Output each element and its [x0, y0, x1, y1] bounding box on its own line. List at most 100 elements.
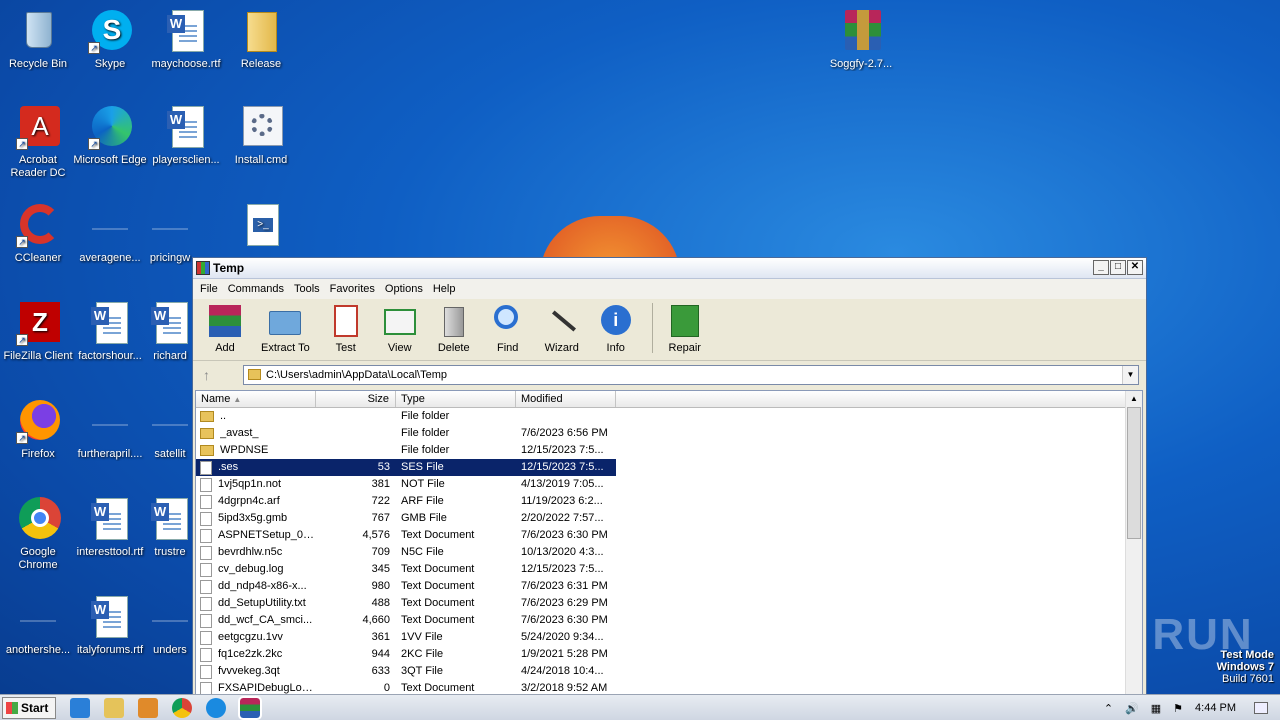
desktop-icon-chrome[interactable]: Google Chrome: [0, 496, 76, 572]
desktop-icon-interesttool[interactable]: W interesttool.rtf: [72, 496, 148, 559]
desktop-icon-install-cmd[interactable]: Install.cmd: [223, 104, 299, 167]
address-field[interactable]: C:\Users\admin\AppData\Local\Temp ▼: [243, 365, 1139, 385]
menu-options[interactable]: Options: [380, 283, 428, 295]
file-row[interactable]: fvvvekeg.3qt 633 3QT File 4/24/2018 10:4...: [196, 663, 616, 680]
desktop-icon-skype[interactable]: S ↗ Skype: [72, 8, 148, 71]
desktop-icon-soggfy[interactable]: Soggfy-2.7...: [823, 8, 899, 71]
volume-icon[interactable]: 🔊: [1125, 702, 1139, 715]
close-button[interactable]: ✕: [1127, 260, 1143, 275]
show-desktop-button[interactable]: [1254, 702, 1268, 714]
view-button[interactable]: View: [382, 303, 418, 354]
find-button[interactable]: Find: [490, 303, 526, 354]
word-doc-icon: W: [164, 104, 208, 150]
ie-icon[interactable]: [70, 697, 90, 718]
file-size-cell: 488: [371, 597, 390, 609]
chevron-down-icon[interactable]: ▼: [1122, 366, 1138, 384]
desktop-icon-averagene[interactable]: averagene...: [72, 202, 148, 265]
flag-icon[interactable]: ⚑: [1173, 702, 1183, 715]
menu-tools[interactable]: Tools: [289, 283, 325, 295]
desktop-icon-release[interactable]: Release: [223, 8, 299, 71]
gear-icon: [239, 104, 283, 150]
file-row[interactable]: dd_ndp48-x86-x... 980 Text Document 7/6/202…: [196, 578, 616, 595]
menu-commands[interactable]: Commands: [223, 283, 289, 295]
test-button[interactable]: Test: [328, 303, 364, 354]
file-row[interactable]: eetgcgzu.1vv 361 1VV File 5/24/2020 9:34...: [196, 629, 616, 646]
desktop-icon-firefox[interactable]: ↗ Firefox: [0, 398, 76, 461]
network-icon[interactable]: ▦: [1151, 702, 1161, 715]
window-title: Temp: [213, 261, 245, 275]
desktop-icon-furtherapril[interactable]: furtherapril....: [72, 398, 148, 461]
up-arrow-icon[interactable]: ↑: [203, 367, 227, 383]
desktop-icon-unders[interactable]: unders: [148, 594, 192, 657]
file-row[interactable]: fq1ce2zk.2kc 944 2KC File 1/9/2021 5:28 PM: [196, 646, 616, 663]
scroll-thumb[interactable]: [1127, 407, 1141, 539]
column-modified[interactable]: Modified: [516, 391, 616, 407]
desktop-icon-pricingw[interactable]: pricingw: [148, 202, 192, 265]
file-list: Name ▲ Size Type Modified .. File folder _…: [195, 390, 1143, 696]
file-row[interactable]: 1vj5qp1n.not 381 NOT File 4/13/2019 7:05...: [196, 476, 616, 493]
start-button[interactable]: Start: [2, 696, 56, 719]
file-type-cell: ARF File: [401, 495, 444, 507]
desktop-icon-anothershe[interactable]: anothershe...: [0, 594, 76, 657]
desktop-icon-edge[interactable]: ↗ Microsoft Edge: [72, 104, 148, 167]
clock[interactable]: 4:44 PM: [1195, 702, 1236, 714]
column-type[interactable]: Type: [396, 391, 516, 407]
info-button[interactable]: i Info: [598, 303, 634, 354]
file-row[interactable]: _avast_ File folder 7/6/2023 6:56 PM: [196, 425, 616, 442]
file-row[interactable]: dd_wcf_CA_smci... 4,660 Text Document 7/6/2…: [196, 612, 616, 629]
file-modified-cell: 11/19/2023 6:2...: [521, 495, 603, 507]
desktop-icon-maychoose[interactable]: W maychoose.rtf: [148, 8, 224, 71]
info-icon: i: [598, 303, 634, 339]
desktop-icon-richard[interactable]: W richard: [148, 300, 192, 363]
tray-expand-icon[interactable]: ⌃: [1104, 702, 1113, 715]
test-mode-watermark: Test Mode Windows 7 Build 7601: [1216, 649, 1274, 685]
explorer-icon[interactable]: [104, 697, 124, 718]
file-row[interactable]: 5ipd3x5g.gmb 767 GMB File 2/20/2022 7:57...: [196, 510, 616, 527]
media-player-icon[interactable]: [138, 697, 158, 718]
extract-to-button[interactable]: Extract To: [261, 303, 310, 354]
wizard-button[interactable]: Wizard: [544, 303, 580, 354]
column-name[interactable]: Name ▲: [196, 391, 316, 407]
test-clipboard-icon: [328, 303, 364, 339]
desktop-icon-factorshour[interactable]: W factorshour...: [72, 300, 148, 363]
desktop-icon-satellit[interactable]: satellit: [148, 398, 192, 461]
desktop-icon-recycle-bin[interactable]: Recycle Bin: [0, 8, 76, 71]
file-type-cell: Text Document: [401, 529, 475, 541]
file-row[interactable]: .ses 53 SES File 12/15/2023 7:5...: [196, 459, 616, 476]
menu-help[interactable]: Help: [428, 283, 461, 295]
file-name-cell: .ses: [196, 459, 316, 476]
file-row[interactable]: ASPNETSetup_00... 4,576 Text Document 7/6/2…: [196, 527, 616, 544]
minimize-button[interactable]: _: [1093, 260, 1109, 275]
file-row[interactable]: dd_SetupUtility.txt 488 Text Document 7/6/2…: [196, 595, 616, 612]
desktop-icon-ccleaner[interactable]: ↗ CCleaner: [0, 202, 76, 265]
maximize-button[interactable]: □: [1110, 260, 1126, 275]
file-row[interactable]: .. File folder: [196, 408, 616, 425]
window-titlebar[interactable]: Temp _ □ ✕: [193, 258, 1146, 279]
file-size-cell: 709: [371, 546, 390, 558]
file-name-cell: 1vj5qp1n.not: [196, 476, 316, 493]
repair-button[interactable]: Repair: [667, 303, 703, 354]
file-row[interactable]: cv_debug.log 345 Text Document 12/15/2023 7…: [196, 561, 616, 578]
chrome-taskbar-icon[interactable]: [172, 697, 192, 718]
menu-file[interactable]: File: [195, 283, 223, 295]
vertical-scrollbar[interactable]: ▲: [1125, 391, 1142, 695]
folder-icon: [200, 445, 214, 456]
desktop-icon-italyforums[interactable]: W italyforums.rtf: [72, 594, 148, 657]
address-path: C:\Users\admin\AppData\Local\Temp: [266, 369, 447, 381]
desktop-icon-powershell-script[interactable]: >_: [223, 202, 299, 252]
desktop-icon-filezilla[interactable]: Z ↗ FileZilla Client: [0, 300, 76, 363]
file-row[interactable]: WPDNSE File folder 12/15/2023 7:5...: [196, 442, 616, 459]
add-button[interactable]: Add: [207, 303, 243, 354]
winrar-taskbar-icon[interactable]: [238, 695, 262, 720]
column-size[interactable]: Size: [316, 391, 396, 407]
menu-favorites[interactable]: Favorites: [325, 283, 380, 295]
edge-taskbar-icon[interactable]: [206, 697, 226, 718]
delete-button[interactable]: Delete: [436, 303, 472, 354]
desktop-icon-acrobat[interactable]: A ↗ Acrobat Reader DC: [0, 104, 76, 180]
desktop-icon-trustre[interactable]: W trustre: [148, 496, 192, 559]
desktop-icon-playersclien[interactable]: W playersclien...: [148, 104, 224, 167]
file-row[interactable]: bevrdhlw.n5c 709 N5C File 10/13/2020 4:3...: [196, 544, 616, 561]
file-icon: [200, 477, 212, 492]
scroll-up-icon[interactable]: ▲: [1127, 391, 1141, 407]
file-row[interactable]: 4dgrpn4c.arf 722 ARF File 11/19/2023 6:2...: [196, 493, 616, 510]
